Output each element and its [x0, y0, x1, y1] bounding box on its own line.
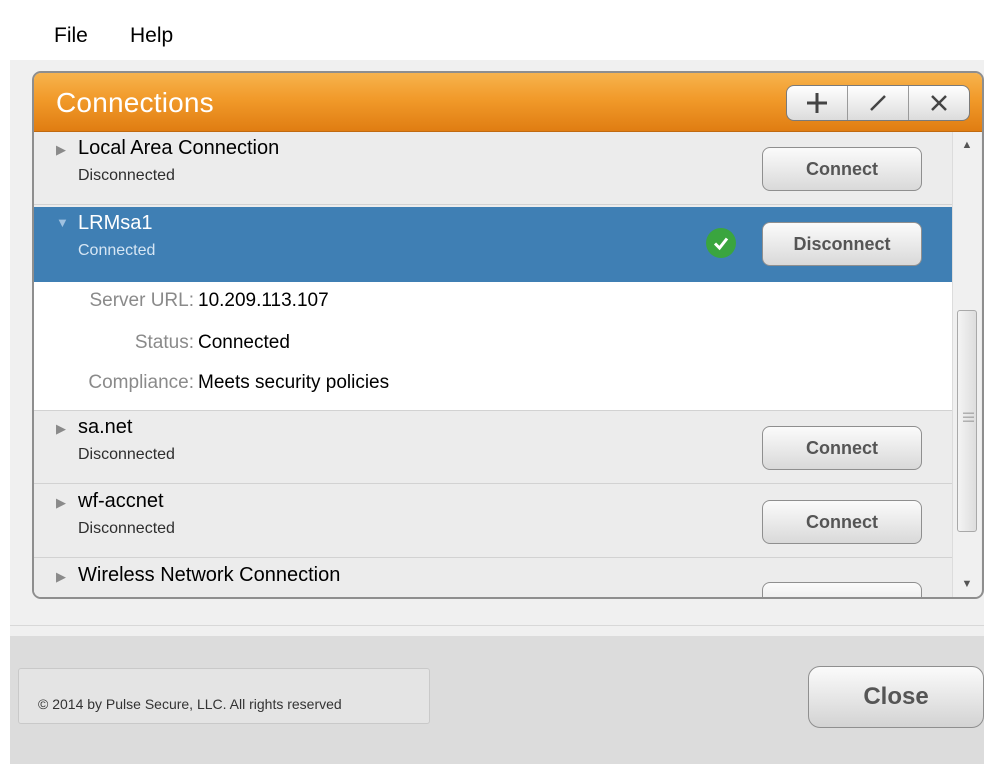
connect-button[interactable] — [762, 582, 922, 597]
server-url-label: Server URL: — [89, 290, 194, 311]
connection-row-wireless[interactable]: ▶ Wireless Network Connection — [34, 559, 952, 597]
connections-header: Connections — [34, 73, 982, 132]
menu-bar: File Help — [10, 8, 984, 60]
connection-details: Server URL: 10.209.113.107 Status: Conne… — [34, 282, 952, 411]
server-url-value: 10.209.113.107 — [198, 290, 329, 311]
connection-name: LRMsa1 — [78, 212, 153, 234]
connection-status: Disconnected — [78, 520, 175, 537]
delete-connection-button[interactable] — [909, 86, 969, 120]
plus-icon — [807, 93, 827, 113]
status-value: Connected — [198, 332, 290, 353]
connection-row-local-area[interactable]: ▶ Local Area Connection Disconnected Con… — [34, 132, 952, 205]
connection-list: ▶ Local Area Connection Disconnected Con… — [34, 132, 952, 597]
copyright-text: © 2014 by Pulse Secure, LLC. All rights … — [38, 696, 342, 712]
connect-button[interactable]: Connect — [762, 500, 922, 544]
pulse-secure-window: File Help Connections ▶ Local Area Conne… — [10, 8, 984, 764]
close-button[interactable]: Close — [808, 666, 984, 728]
connection-name: wf-accnet — [78, 490, 164, 512]
connection-name: Wireless Network Connection — [78, 564, 341, 586]
collapse-arrow-icon[interactable]: ▼ — [56, 215, 69, 230]
vertical-scrollbar[interactable]: ▲ — — — ▼ — [952, 132, 981, 597]
status-label: Status: — [134, 332, 194, 353]
connection-status: Connected — [78, 242, 156, 259]
connection-status: Disconnected — [78, 446, 175, 463]
header-button-group — [786, 85, 970, 121]
connections-panel: Connections ▶ Local Area Connection Disc… — [32, 71, 984, 599]
connected-check-icon — [706, 228, 736, 258]
connect-button[interactable]: Connect — [762, 426, 922, 470]
grip-icon: — — — — [963, 407, 974, 427]
scroll-up-icon[interactable]: ▲ — [953, 132, 981, 158]
footer-divider — [10, 625, 984, 626]
panel-title: Connections — [56, 87, 214, 118]
add-connection-button[interactable] — [787, 86, 848, 120]
disconnect-button[interactable]: Disconnect — [762, 222, 922, 266]
connection-name: sa.net — [78, 416, 133, 438]
scrollbar-thumb[interactable]: — — — — [957, 310, 977, 532]
expand-arrow-icon[interactable]: ▶ — [56, 421, 66, 437]
connection-row-wf-accnet[interactable]: ▶ wf-accnet Disconnected Connect — [34, 485, 952, 558]
connection-row-sa-net[interactable]: ▶ sa.net Disconnected Connect — [34, 411, 952, 484]
footer: © 2014 by Pulse Secure, LLC. All rights … — [10, 636, 984, 764]
close-icon — [931, 95, 947, 111]
connection-status: Disconnected — [78, 167, 175, 184]
edit-icon — [870, 95, 886, 111]
connection-row-lrmsa1[interactable]: ▼ LRMsa1 Connected Disconnect — [34, 207, 952, 284]
compliance-value: Meets security policies — [198, 372, 390, 393]
menu-help[interactable]: Help — [126, 24, 177, 48]
compliance-label: Compliance: — [88, 372, 194, 393]
expand-arrow-icon[interactable]: ▶ — [56, 569, 66, 585]
scroll-down-icon[interactable]: ▼ — [953, 571, 981, 597]
expand-arrow-icon[interactable]: ▶ — [56, 142, 66, 158]
connect-button[interactable]: Connect — [762, 147, 922, 191]
edit-connection-button[interactable] — [848, 86, 909, 120]
expand-arrow-icon[interactable]: ▶ — [56, 495, 66, 511]
menu-file[interactable]: File — [50, 24, 92, 48]
connection-name: Local Area Connection — [78, 137, 280, 159]
